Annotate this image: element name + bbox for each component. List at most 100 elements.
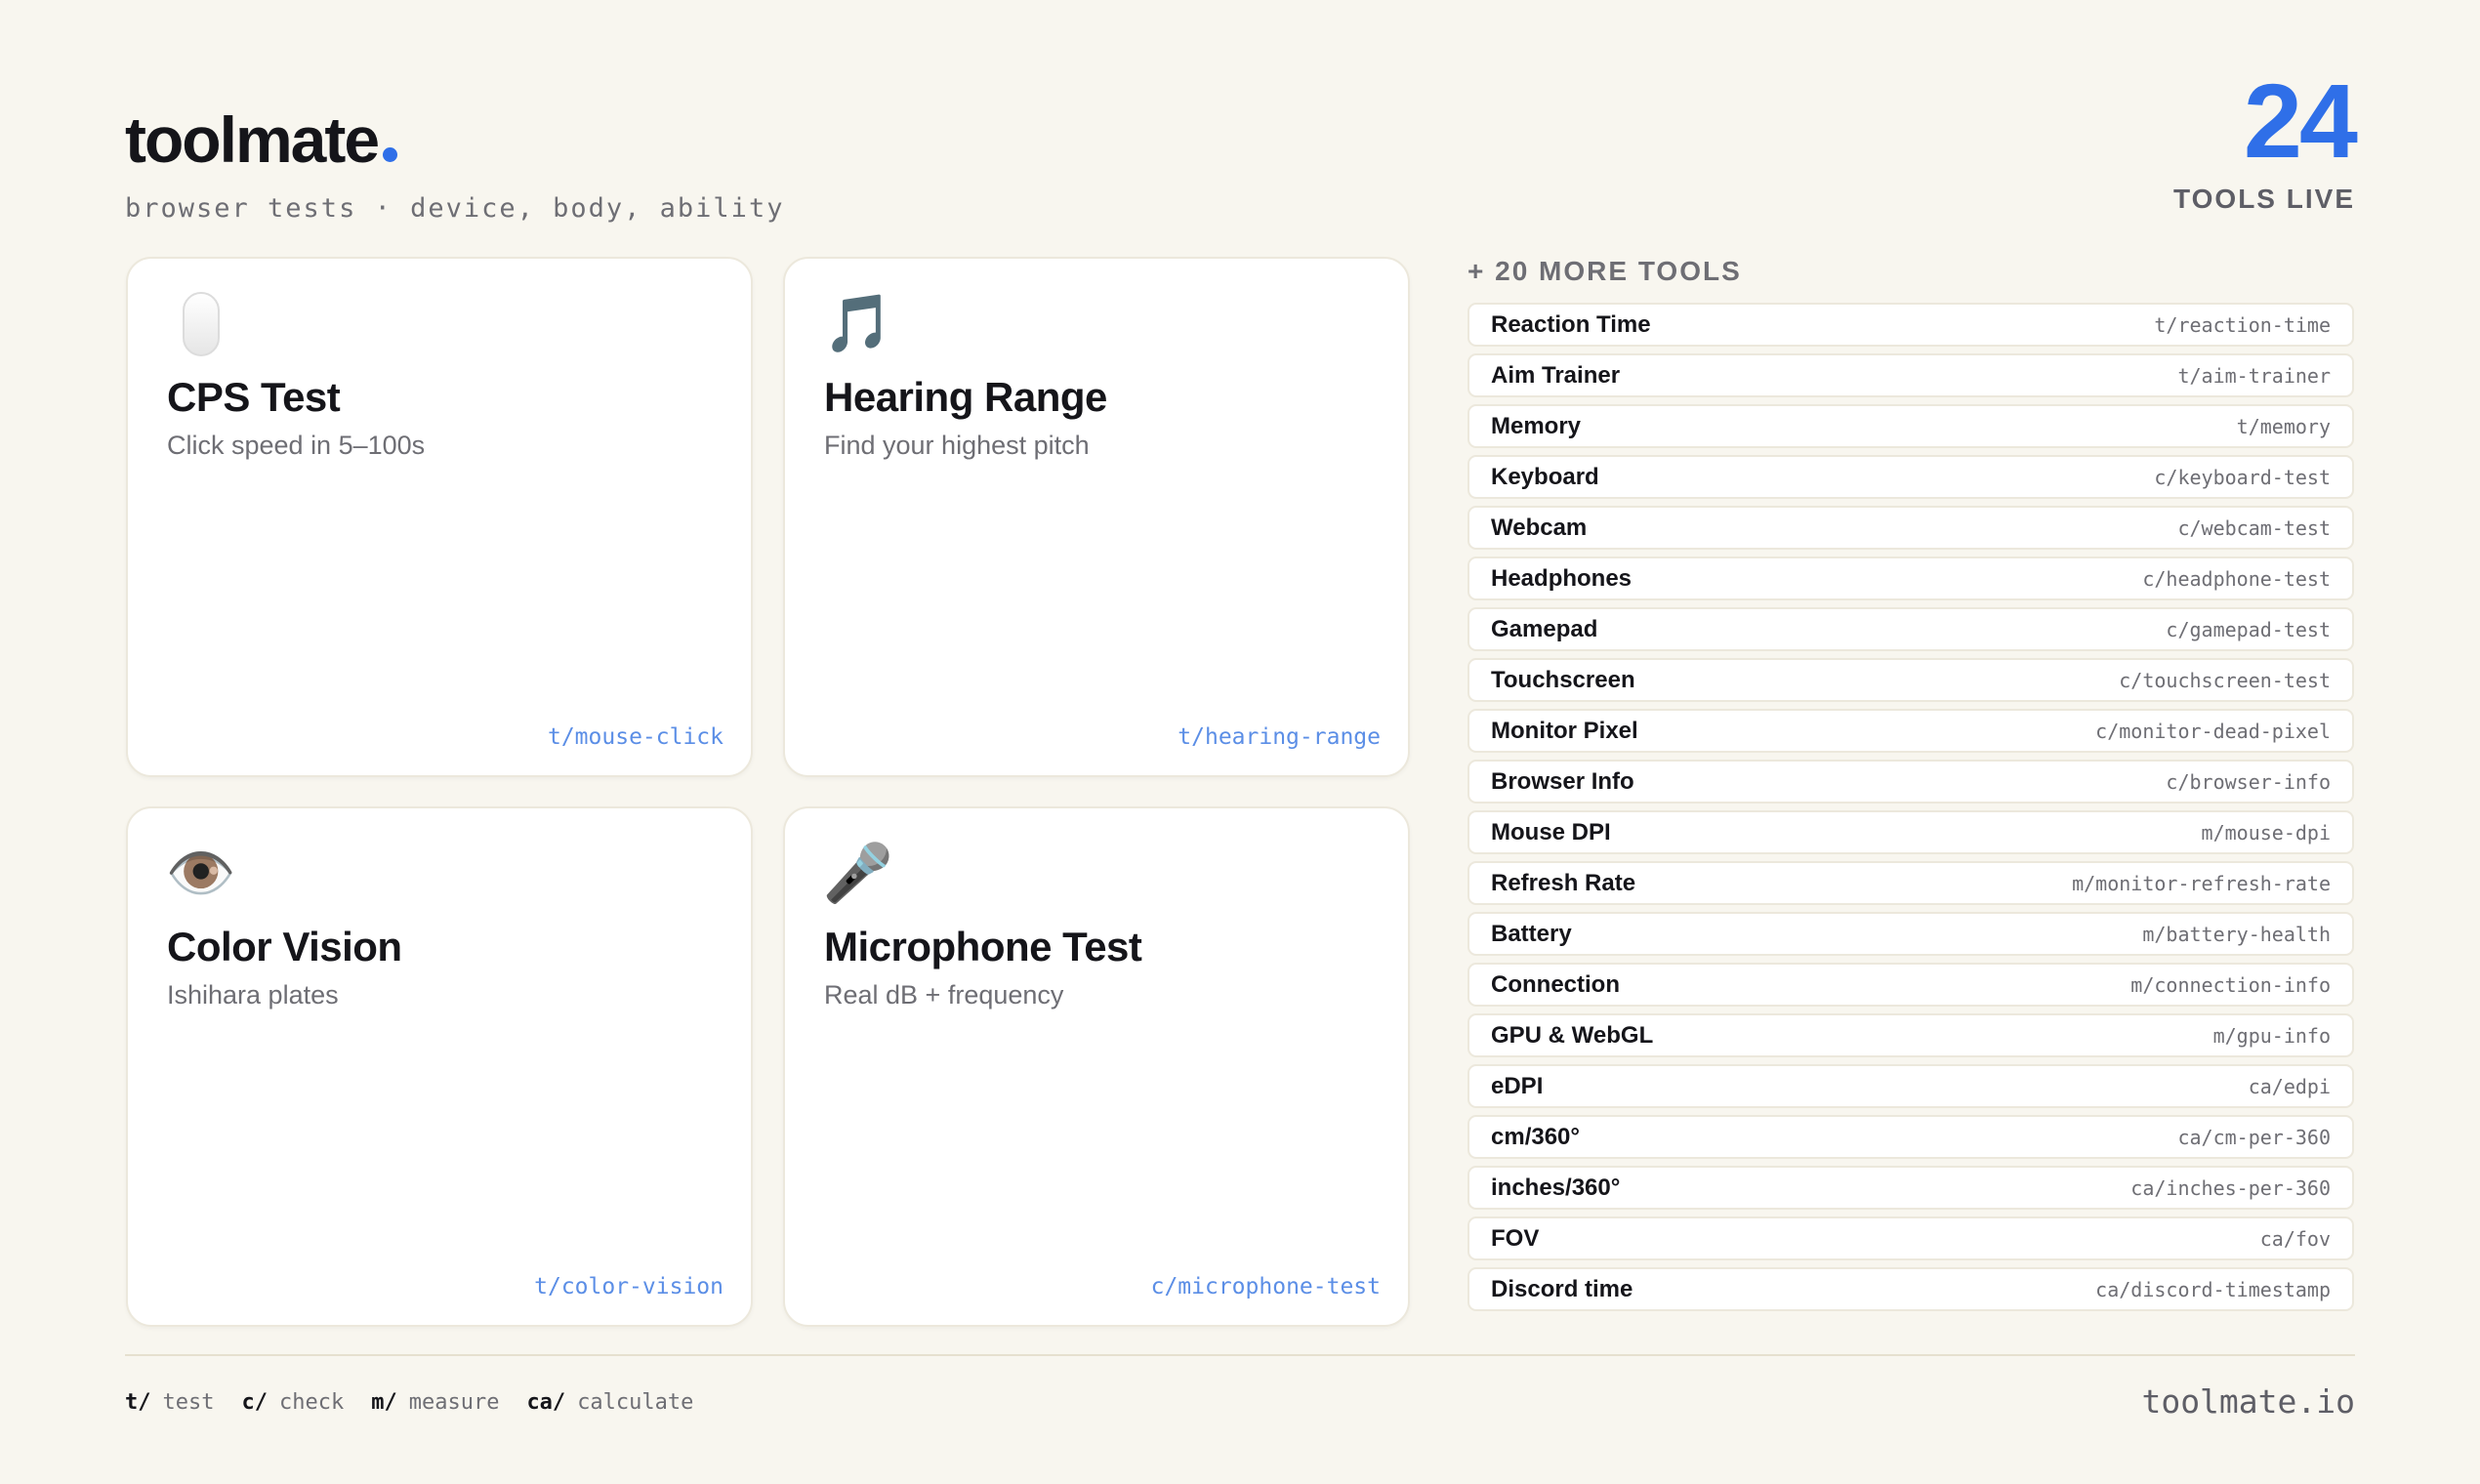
tool-row[interactable]: Browser Info c/browser-info — [1467, 760, 2354, 804]
legend-key: c/ — [241, 1390, 268, 1415]
tool-row[interactable]: Gamepad c/gamepad-test — [1467, 607, 2354, 651]
footer-domain[interactable]: toolmate.io — [2141, 1382, 2355, 1421]
brand: toolmate browser tests · device, body, a… — [125, 107, 784, 224]
microphone-icon: 🎤 — [822, 842, 894, 905]
tool-name: cm/360° — [1491, 1123, 1580, 1150]
tool-slug: ca/fov — [2259, 1226, 2331, 1251]
logo-text: toolmate — [125, 103, 380, 176]
logo[interactable]: toolmate — [125, 107, 784, 172]
tool-name: Headphones — [1491, 564, 1633, 592]
legend-label: test — [162, 1390, 215, 1415]
tool-slug: m/mouse-dpi — [2201, 820, 2331, 845]
tool-slug: t/aim-trainer — [2177, 363, 2331, 388]
legend-item: ca/calculate — [526, 1390, 693, 1415]
tool-slug: t/reaction-time — [2154, 312, 2331, 337]
tool-row[interactable]: Webcam c/webcam-test — [1467, 506, 2354, 550]
tool-name: Refresh Rate — [1491, 869, 1636, 896]
footer-divider — [125, 1354, 2355, 1356]
tools-count-number: 24 — [2243, 62, 2358, 180]
card-subtitle: Real dB + frequency — [824, 980, 1064, 1010]
tool-row[interactable]: Memory t/memory — [1467, 404, 2354, 448]
legend-key: m/ — [371, 1390, 397, 1415]
tool-row[interactable]: Battery m/battery-health — [1467, 912, 2354, 956]
tool-row[interactable]: cm/360° ca/cm-per-360 — [1467, 1115, 2354, 1159]
tool-slug: c/gamepad-test — [2166, 617, 2331, 641]
tool-row[interactable]: GPU & WebGL m/gpu-info — [1467, 1013, 2354, 1057]
tool-slug: c/webcam-test — [2177, 515, 2331, 540]
tools-count-label: TOOLS LIVE — [2173, 184, 2355, 214]
featured-card-color-vision[interactable]: 👁️ Color Vision Ishihara plates t/color-… — [126, 806, 753, 1327]
legend-key: t/ — [125, 1390, 151, 1415]
more-tools-list: Reaction Time t/reaction-time Aim Trainer t… — [1467, 303, 2354, 1318]
tool-row[interactable]: Keyboard c/keyboard-test — [1467, 455, 2354, 499]
card-title: CPS Test — [167, 374, 341, 420]
featured-card-hearing-range[interactable]: 🎵 Hearing Range Find your highest pitch … — [783, 257, 1410, 777]
tool-name: Aim Trainer — [1491, 361, 1621, 389]
tool-name: Browser Info — [1491, 767, 1634, 795]
card-subtitle: Click speed in 5–100s — [167, 431, 426, 460]
tool-row[interactable]: Touchscreen c/touchscreen-test — [1467, 658, 2354, 702]
tool-row[interactable]: Reaction Time t/reaction-time — [1467, 303, 2354, 347]
tool-slug: c/browser-info — [2166, 769, 2331, 794]
tool-name: FOV — [1491, 1224, 1540, 1252]
tool-slug: m/monitor-refresh-rate — [2072, 871, 2331, 895]
tools-count: 24 TOOLS LIVE — [2173, 62, 2358, 215]
legend-item: t/test — [125, 1390, 214, 1415]
card-title: Hearing Range — [824, 374, 1107, 420]
tool-name: Monitor Pixel — [1491, 717, 1638, 744]
tool-row[interactable]: Discord time ca/discord-timestamp — [1467, 1267, 2354, 1311]
card-title: Color Vision — [167, 924, 402, 969]
tool-row[interactable]: Monitor Pixel c/monitor-dead-pixel — [1467, 709, 2354, 753]
legend-item: c/check — [241, 1390, 344, 1415]
more-tools-heading: + 20 MORE TOOLS — [1467, 256, 1742, 286]
tool-name: Gamepad — [1491, 615, 1598, 642]
tagline: browser tests · device, body, ability — [125, 193, 785, 224]
prefix-legend: t/test c/check m/measure ca/calculate — [125, 1390, 693, 1415]
tool-row[interactable]: inches/360° ca/inches-per-360 — [1467, 1166, 2354, 1210]
card-slug[interactable]: t/hearing-range — [1178, 724, 1381, 750]
tool-name: GPU & WebGL — [1491, 1021, 1654, 1049]
legend-item: m/measure — [371, 1390, 499, 1415]
tool-slug: c/monitor-dead-pixel — [2095, 719, 2331, 743]
tool-slug: c/keyboard-test — [2154, 465, 2331, 489]
tool-slug: ca/edpi — [2248, 1074, 2331, 1098]
tool-name: Touchscreen — [1491, 666, 1635, 693]
tool-name: Webcam — [1491, 514, 1588, 541]
card-slug[interactable]: t/color-vision — [534, 1274, 723, 1299]
logo-dot-icon — [383, 147, 398, 162]
legend-label: calculate — [577, 1390, 694, 1415]
eye-icon: 👁️ — [165, 842, 237, 905]
card-subtitle: Ishihara plates — [167, 980, 339, 1010]
tool-slug: c/headphone-test — [2142, 566, 2331, 591]
music-note-icon: 🎵 — [822, 292, 894, 355]
tool-row[interactable]: Connection m/connection-info — [1467, 963, 2354, 1007]
featured-card-microphone-test[interactable]: 🎤 Microphone Test Real dB + frequency c/… — [783, 806, 1410, 1327]
tool-name: eDPI — [1491, 1072, 1544, 1099]
tool-slug: t/memory — [2236, 414, 2331, 438]
card-title: Microphone Test — [824, 924, 1142, 969]
card-slug[interactable]: t/mouse-click — [548, 724, 723, 750]
legend-label: check — [278, 1390, 345, 1415]
card-slug[interactable]: c/microphone-test — [1151, 1274, 1381, 1299]
tool-slug: ca/inches-per-360 — [2130, 1175, 2331, 1200]
tool-row[interactable]: Headphones c/headphone-test — [1467, 556, 2354, 600]
tool-row[interactable]: FOV ca/fov — [1467, 1216, 2354, 1260]
tool-row[interactable]: eDPI ca/edpi — [1467, 1064, 2354, 1108]
tool-slug: ca/cm-per-360 — [2177, 1125, 2331, 1149]
mouse-icon — [167, 290, 235, 358]
tool-slug: m/connection-info — [2130, 972, 2331, 997]
tool-slug: ca/discord-timestamp — [2095, 1277, 2331, 1301]
tool-name: inches/360° — [1491, 1174, 1621, 1201]
card-subtitle: Find your highest pitch — [824, 431, 1090, 460]
tool-name: Reaction Time — [1491, 310, 1651, 338]
tool-name: Battery — [1491, 920, 1572, 947]
tool-slug: m/battery-health — [2142, 922, 2331, 946]
featured-card-cps-test[interactable]: CPS Test Click speed in 5–100s t/mouse-c… — [126, 257, 753, 777]
tool-row[interactable]: Refresh Rate m/monitor-refresh-rate — [1467, 861, 2354, 905]
tool-slug: c/touchscreen-test — [2119, 668, 2331, 692]
tool-slug: m/gpu-info — [2212, 1023, 2331, 1048]
tool-row[interactable]: Aim Trainer t/aim-trainer — [1467, 353, 2354, 397]
tool-name: Keyboard — [1491, 463, 1599, 490]
tool-row[interactable]: Mouse DPI m/mouse-dpi — [1467, 810, 2354, 854]
legend-label: measure — [408, 1390, 500, 1415]
